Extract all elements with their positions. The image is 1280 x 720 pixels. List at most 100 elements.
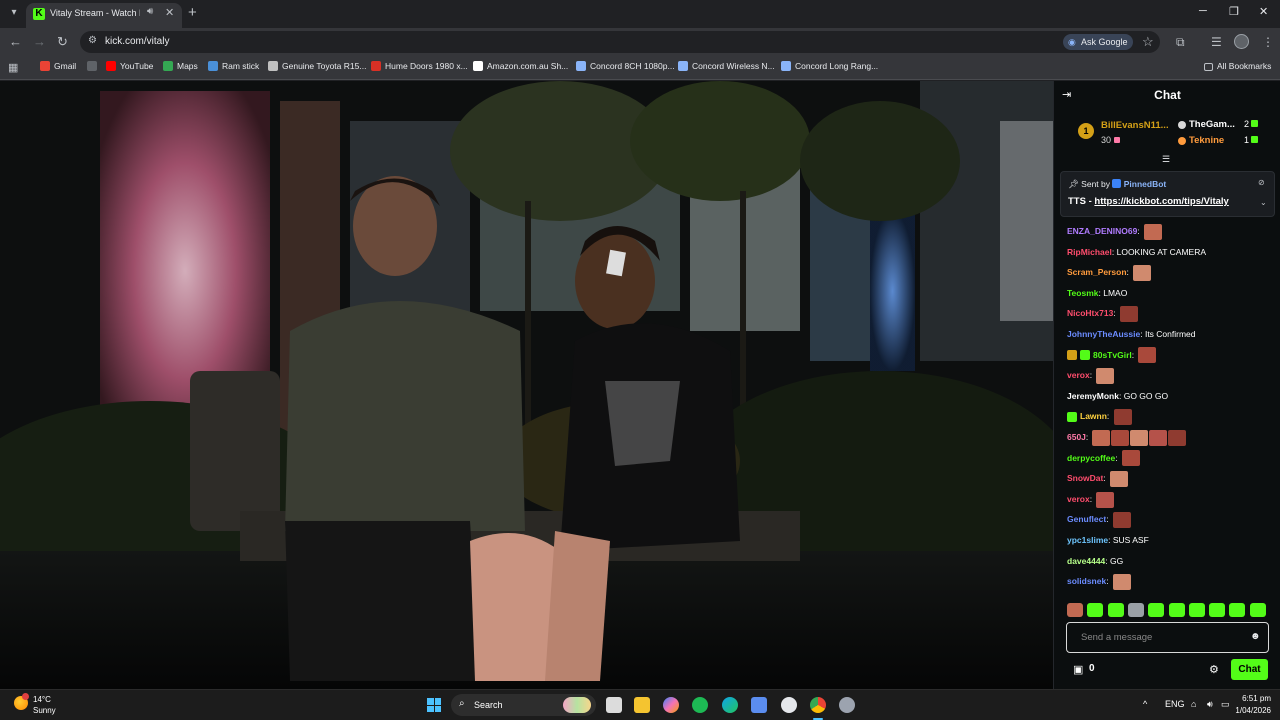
chat-message[interactable]: RipMichael: LOOKING AT CAMERA xyxy=(1067,243,1206,261)
taskbar-search[interactable]: ⌕ Search xyxy=(451,694,596,716)
spotify-icon[interactable] xyxy=(692,697,708,713)
active-tab[interactable]: K Vitaly Stream - Watch Live o 🔊︎ ✕ xyxy=(26,3,182,28)
ask-google-button[interactable]: ◉ Ask Google xyxy=(1063,34,1133,50)
apps-grid-icon[interactable]: ▦ xyxy=(8,61,18,74)
chat-message[interactable]: SnowDat: xyxy=(1067,469,1129,487)
chat-username[interactable]: solidsnek xyxy=(1067,576,1106,586)
language-indicator[interactable]: ENG xyxy=(1165,699,1185,709)
weather-desc[interactable]: Sunny xyxy=(33,706,56,715)
quick-emote-icon[interactable] xyxy=(1127,603,1144,617)
chat-input[interactable]: Send a message ☻ xyxy=(1066,622,1269,653)
bookmark-item[interactable]: Gmail xyxy=(40,61,76,71)
chat-username[interactable]: 80sTvGirl xyxy=(1093,350,1132,360)
chat-username[interactable]: verox xyxy=(1067,370,1090,380)
bookmark-item[interactable]: Concord Long Rang... xyxy=(781,61,878,71)
chat-username[interactable]: RipMichael xyxy=(1067,247,1112,257)
hide-pin-icon[interactable]: ⊘ xyxy=(1258,178,1265,187)
bookmark-item[interactable]: Concord 8CH 1080p... xyxy=(576,61,675,71)
bookmark-item[interactable]: Ram stick xyxy=(208,61,259,71)
chat-message[interactable]: derpycoffee: xyxy=(1067,449,1140,467)
quick-emote-icon[interactable] xyxy=(1148,603,1165,617)
chat-username[interactable]: verox xyxy=(1067,494,1090,504)
bookmark-item[interactable]: Maps xyxy=(163,61,198,71)
chat-message[interactable]: dave4444: GG xyxy=(1067,552,1123,570)
forward-icon[interactable]: → xyxy=(33,34,46,49)
file-explorer-icon[interactable] xyxy=(634,697,650,713)
close-window-icon[interactable]: ✕ xyxy=(1259,5,1268,18)
chat-message[interactable]: Scram_Person: xyxy=(1067,263,1152,281)
steam-icon[interactable] xyxy=(839,697,855,713)
chat-username[interactable]: NicoHtx713 xyxy=(1067,308,1113,318)
chat-username[interactable]: Lawnn xyxy=(1080,411,1107,421)
quick-emote-icon[interactable] xyxy=(1249,603,1266,617)
chat-message[interactable]: Teosmk: LMAO xyxy=(1067,284,1127,302)
all-bookmarks[interactable]: All Bookmarks xyxy=(1204,61,1271,71)
quick-emote-icon[interactable] xyxy=(1188,603,1205,617)
chat-username[interactable]: Scram_Person xyxy=(1067,267,1127,277)
chat-message[interactable]: ypc1slime: SUS ASF xyxy=(1067,531,1149,549)
store-icon[interactable] xyxy=(751,697,767,713)
bookmark-item[interactable]: YouTube xyxy=(106,61,153,71)
chat-message[interactable]: ENZA_DENINO69: xyxy=(1067,222,1163,240)
windows-start-icon[interactable] xyxy=(427,698,441,712)
task-view-icon[interactable] xyxy=(606,697,622,713)
quick-emote-icon[interactable] xyxy=(1168,603,1185,617)
pin-toggle-icon[interactable]: ☰ xyxy=(1162,154,1170,165)
chat-username[interactable]: 650J xyxy=(1067,432,1086,442)
site-info-icon[interactable]: ⚙ xyxy=(88,35,97,46)
bookmark-star-icon[interactable]: ☆ xyxy=(1142,34,1154,50)
quick-emote-icon[interactable] xyxy=(1209,603,1226,617)
quick-emote-icon[interactable] xyxy=(1107,603,1124,617)
chat-username[interactable]: dave4444 xyxy=(1067,556,1105,566)
chat-message[interactable]: 80sTvGirl: xyxy=(1067,346,1157,364)
minimize-icon[interactable]: ─ xyxy=(1199,5,1207,17)
quick-emote-icon[interactable] xyxy=(1067,603,1083,617)
quick-emote-icon[interactable] xyxy=(1087,603,1104,617)
network-icon[interactable]: ⌂ xyxy=(1191,699,1196,709)
chat-username[interactable]: derpycoffee xyxy=(1067,453,1115,463)
bookmark-item[interactable]: Genuine Toyota R15... xyxy=(268,61,366,71)
chat-username[interactable]: JohnnyTheAussie xyxy=(1067,329,1140,339)
gear-icon[interactable]: ⚙ xyxy=(1209,663,1219,676)
chat-message[interactable]: JohnnyTheAussie: Its Confirmed xyxy=(1067,325,1196,343)
chat-username[interactable]: JeremyMonk xyxy=(1067,391,1119,401)
bookmark-item[interactable]: Concord Wireless N... xyxy=(678,61,775,71)
chat-username[interactable]: ENZA_DENINO69 xyxy=(1067,226,1137,236)
settings-app-icon[interactable] xyxy=(781,697,797,713)
restore-icon[interactable]: ❐ xyxy=(1229,5,1239,18)
bookmark-item[interactable]: Hume Doors 1980 x... xyxy=(371,61,468,71)
new-tab-icon[interactable]: + xyxy=(188,4,197,21)
chat-message[interactable]: 650J: xyxy=(1067,428,1186,446)
reading-list-icon[interactable]: ☰ xyxy=(1211,35,1222,49)
bookmark-item[interactable]: Amazon.com.au Sh... xyxy=(473,61,568,71)
back-icon[interactable]: ← xyxy=(9,34,22,49)
volume-icon[interactable]: 🔊︎ xyxy=(1207,699,1213,710)
chat-username[interactable]: Genuflect xyxy=(1067,514,1106,524)
clock-date[interactable]: 1/04/2026 xyxy=(1223,706,1271,715)
chat-message[interactable]: verox: xyxy=(1067,366,1115,384)
bookmark-item[interactable] xyxy=(87,61,101,71)
chat-message[interactable]: NicoHtx713: xyxy=(1067,304,1139,323)
chat-message[interactable]: Genuflect: xyxy=(1067,510,1131,529)
tab-search-icon[interactable]: ▾ xyxy=(6,5,22,21)
tray-overflow-icon[interactable]: ^ xyxy=(1143,699,1147,709)
extensions-icon[interactable]: ⧉ xyxy=(1176,35,1185,50)
profile-avatar[interactable] xyxy=(1234,34,1249,49)
video-player[interactable] xyxy=(0,81,1053,689)
more-menu-icon[interactable]: ⋮ xyxy=(1262,35,1274,49)
clock-time[interactable]: 6:51 pm xyxy=(1229,694,1271,703)
emoji-picker-icon[interactable]: ☻ xyxy=(1250,631,1261,642)
speaker-icon[interactable]: 🔊︎ xyxy=(147,6,153,17)
copilot-icon[interactable] xyxy=(663,697,679,713)
send-chat-button[interactable]: Chat xyxy=(1231,659,1268,680)
chat-username[interactable]: Teosmk xyxy=(1067,288,1099,298)
wallet-icon[interactable]: ▣ xyxy=(1073,663,1083,676)
reload-icon[interactable]: ↻ xyxy=(57,34,68,50)
chat-message[interactable]: JeremyMonk: GO GO GO xyxy=(1067,387,1168,405)
close-tab-icon[interactable]: ✕ xyxy=(165,6,174,19)
weather-temp[interactable]: 14°C xyxy=(33,695,51,704)
pinned-message[interactable]: 📌︎ Sent by PinnedBot ⊘ TTS - https://kic… xyxy=(1060,171,1275,217)
chat-message[interactable]: Lawnn: xyxy=(1067,407,1132,426)
url-text[interactable]: kick.com/vitaly xyxy=(105,36,169,47)
gift-leaderboard[interactable]: 1 BillEvansN11... 30 TheGam... 2 Teknine… xyxy=(1064,115,1274,151)
